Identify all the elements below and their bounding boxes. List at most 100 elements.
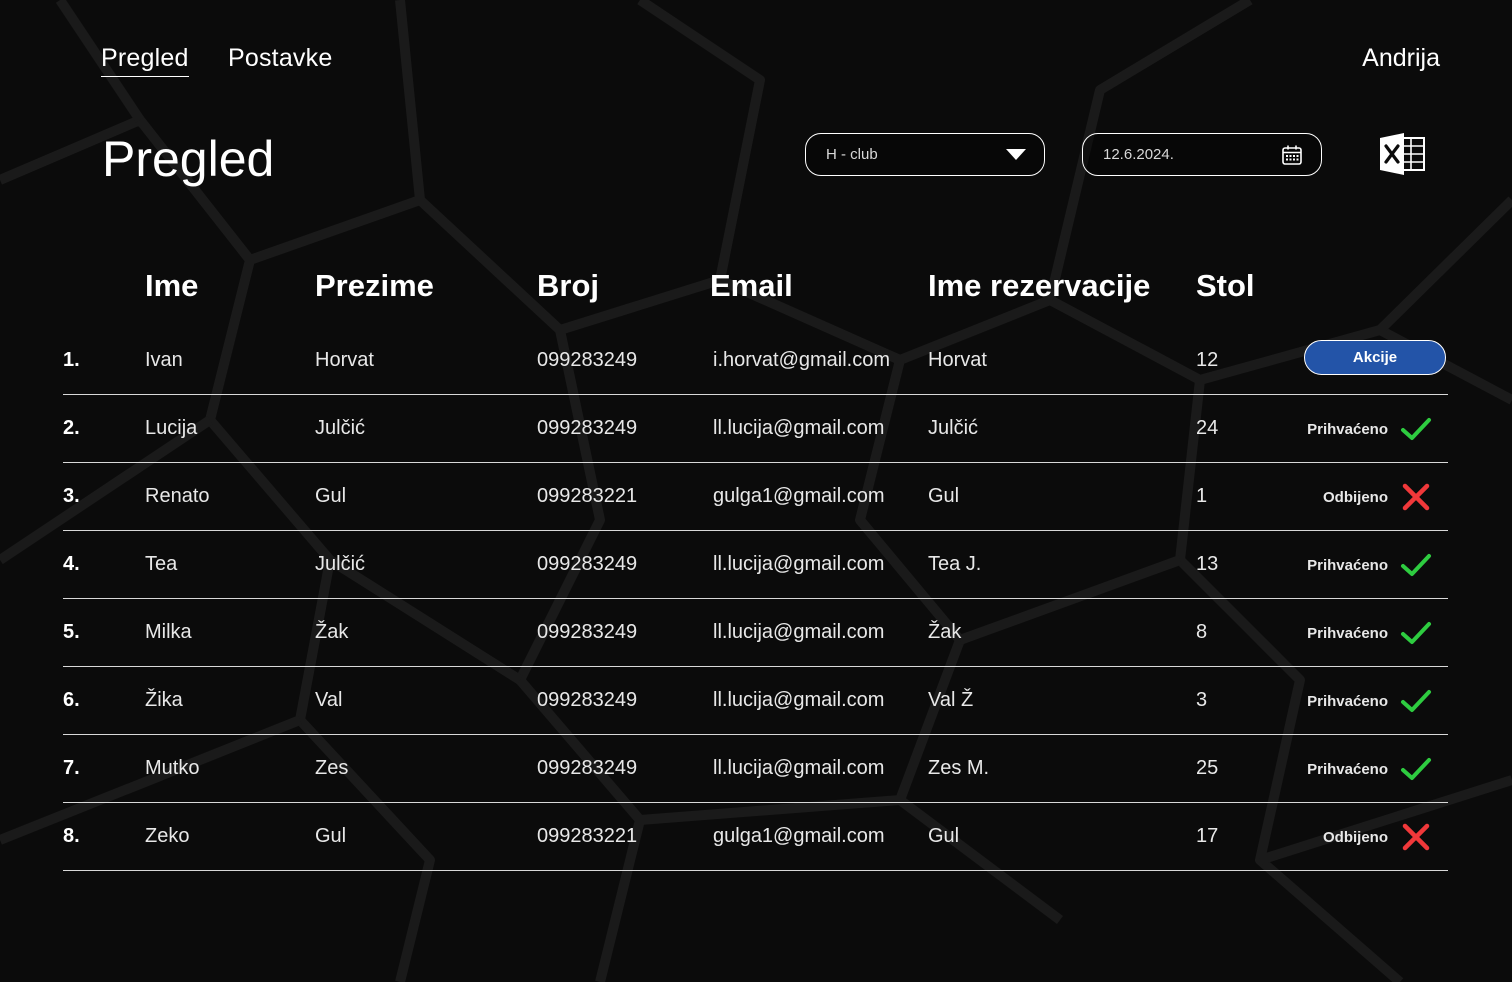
cell-broj: 099283221 xyxy=(537,485,638,507)
table-row[interactable]: 6. Žika Val 099283249 ll.lucija@gmail.com Val… xyxy=(63,667,1448,735)
check-icon xyxy=(1401,622,1431,644)
cell-ime: Tea xyxy=(145,553,178,575)
check-icon xyxy=(1401,758,1431,780)
caret-down-icon xyxy=(1006,149,1026,160)
row-index: 1. xyxy=(63,349,80,371)
check-icon xyxy=(1401,554,1431,576)
nav-link-postavke[interactable]: Postavke xyxy=(228,44,332,73)
table-row[interactable]: 1. Ivan Horvat 099283249 i.horvat@gmail.com H… xyxy=(63,327,1448,395)
status-label: Odbijeno xyxy=(1323,488,1388,506)
cell-stol: 1 xyxy=(1196,485,1208,507)
cell-rezervacija: Žak xyxy=(928,621,962,643)
row-index: 5. xyxy=(63,621,80,643)
check-icon xyxy=(1401,690,1431,712)
status-label: Odbijeno xyxy=(1323,828,1388,846)
column-header-ime: Ime xyxy=(145,268,199,303)
status-badge: Prihvaćeno xyxy=(1307,753,1432,785)
calendar-icon[interactable] xyxy=(1281,144,1303,166)
cell-email: gulga1@gmail.com xyxy=(713,825,885,847)
table-row[interactable]: 4. Tea Julčić 099283249 ll.lucija@gmail.com T… xyxy=(63,531,1448,599)
cell-stol: 12 xyxy=(1196,349,1219,371)
cell-stol: 3 xyxy=(1196,689,1208,711)
cell-prezime: Zes xyxy=(315,757,349,779)
cell-broj: 099283221 xyxy=(537,825,638,847)
column-header-broj: Broj xyxy=(537,268,599,303)
cell-stol: 25 xyxy=(1196,757,1219,779)
row-index: 2. xyxy=(63,417,80,439)
status-badge: Prihvaćeno xyxy=(1307,685,1432,717)
cell-stol: 24 xyxy=(1196,417,1219,439)
cross-icon xyxy=(1402,483,1430,511)
cell-broj: 099283249 xyxy=(537,417,638,439)
cell-email: ll.lucija@gmail.com xyxy=(713,689,885,711)
table-row[interactable]: 7. Mutko Zes 099283249 ll.lucija@gmail.com Ze… xyxy=(63,735,1448,803)
cell-ime: Žika xyxy=(145,689,183,711)
cell-broj: 099283249 xyxy=(537,757,638,779)
cell-ime: Lucija xyxy=(145,417,198,439)
cell-broj: 099283249 xyxy=(537,553,638,575)
cell-ime: Zeko xyxy=(145,825,190,847)
cell-stol: 8 xyxy=(1196,621,1208,643)
cell-ime: Mutko xyxy=(145,757,200,779)
cell-prezime: Žak xyxy=(315,621,349,643)
cell-ime: Renato xyxy=(145,485,210,507)
akcije-button[interactable]: Akcije xyxy=(1304,340,1446,375)
table-row[interactable]: 3. Renato Gul 099283221 gulga1@gmail.com Gul 1… xyxy=(63,463,1448,531)
row-index: 4. xyxy=(63,553,80,575)
cell-prezime: Julčić xyxy=(315,553,366,575)
date-picker-value: 12.6.2024. xyxy=(1103,146,1174,163)
cell-rezervacija: Gul xyxy=(928,825,960,847)
table-row[interactable]: 8. Zeko Gul 099283221 gulga1@gmail.com Gul 17 O… xyxy=(63,803,1448,871)
cell-rezervacija: Val Ž xyxy=(928,689,974,711)
cell-email: ll.lucija@gmail.com xyxy=(713,621,885,643)
excel-icon[interactable] xyxy=(1378,132,1426,176)
cell-email: ll.lucija@gmail.com xyxy=(713,417,885,439)
date-picker[interactable]: 12.6.2024. xyxy=(1082,133,1322,176)
page-title: Pregled xyxy=(102,131,275,187)
cell-email: gulga1@gmail.com xyxy=(713,485,885,507)
status-badge: Odbijeno xyxy=(1323,481,1432,513)
column-header-ime-rezervacije: Ime rezervacije xyxy=(928,268,1151,303)
column-header-stol: Stol xyxy=(1196,268,1255,303)
check-icon xyxy=(1401,418,1431,440)
column-header-prezime: Prezime xyxy=(315,268,434,303)
cell-prezime: Val xyxy=(315,689,343,711)
cell-email: i.horvat@gmail.com xyxy=(713,349,891,371)
cell-stol: 17 xyxy=(1196,825,1219,847)
row-index: 3. xyxy=(63,485,80,507)
cell-broj: 099283249 xyxy=(537,349,638,371)
cell-rezervacija: Gul xyxy=(928,485,960,507)
nav-link-pregled[interactable]: Pregled xyxy=(101,44,189,77)
status-badge: Prihvaćeno xyxy=(1307,549,1432,581)
cell-email: ll.lucija@gmail.com xyxy=(713,757,885,779)
status-label: Prihvaćeno xyxy=(1307,692,1388,710)
row-index: 8. xyxy=(63,825,80,847)
cell-broj: 099283249 xyxy=(537,689,638,711)
cell-stol: 13 xyxy=(1196,553,1219,575)
status-label: Prihvaćeno xyxy=(1307,420,1388,438)
user-name[interactable]: Andrija xyxy=(1362,44,1440,73)
status-label: Prihvaćeno xyxy=(1307,624,1388,642)
cell-prezime: Gul xyxy=(315,825,347,847)
cell-ime: Milka xyxy=(145,621,192,643)
row-index: 7. xyxy=(63,757,80,779)
cell-rezervacija: Julčić xyxy=(928,417,979,439)
cell-ime: Ivan xyxy=(145,349,183,371)
table-row[interactable]: 5. Milka Žak 099283249 ll.lucija@gmail.com Ža… xyxy=(63,599,1448,667)
top-nav: Pregled Postavke Andrija xyxy=(0,0,1512,90)
venue-select[interactable]: H - club xyxy=(805,133,1045,176)
cell-prezime: Horvat xyxy=(315,349,374,371)
row-index: 6. xyxy=(63,689,80,711)
cell-rezervacija: Horvat xyxy=(928,349,987,371)
cross-icon xyxy=(1402,823,1430,851)
status-badge: Prihvaćeno xyxy=(1307,413,1432,445)
cell-prezime: Julčić xyxy=(315,417,366,439)
status-badge: Odbijeno xyxy=(1323,821,1432,853)
venue-select-value: H - club xyxy=(826,146,878,163)
cell-email: ll.lucija@gmail.com xyxy=(713,553,885,575)
status-label: Prihvaćeno xyxy=(1307,760,1388,778)
status-label: Prihvaćeno xyxy=(1307,556,1388,574)
cell-rezervacija: Zes M. xyxy=(928,757,990,779)
table-row[interactable]: 2. Lucija Julčić 099283249 ll.lucija@gmail.c… xyxy=(63,395,1448,463)
cell-rezervacija: Tea J. xyxy=(928,553,982,575)
